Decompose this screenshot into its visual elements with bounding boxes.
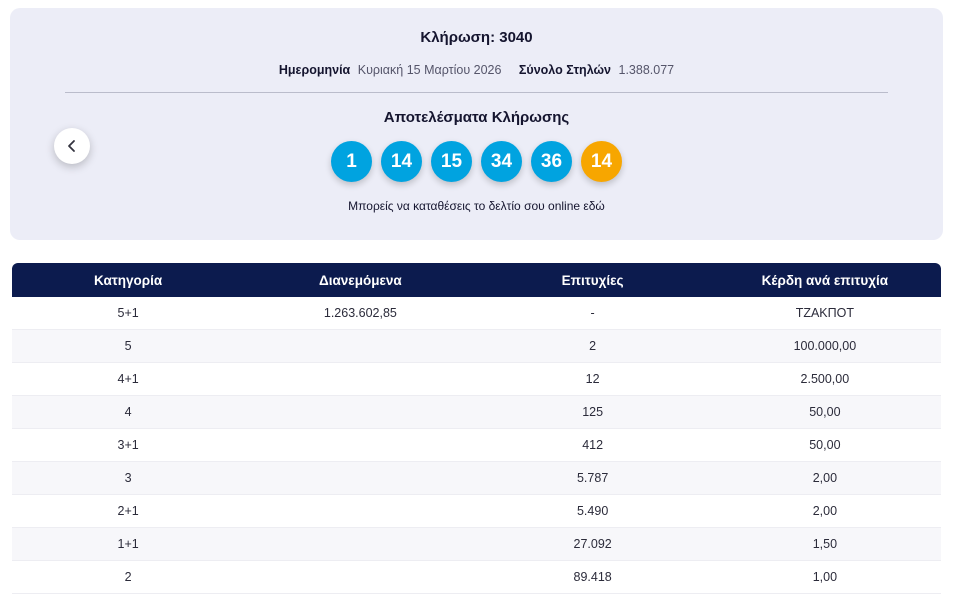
bonus-number-ball: 14 xyxy=(581,141,622,182)
table-cell: 2,00 xyxy=(708,462,941,495)
table-cell: 2 xyxy=(12,561,245,594)
draw-number-ball: 14 xyxy=(381,141,422,182)
draw-title: Κλήρωση: 3040 xyxy=(10,29,943,46)
table-cell xyxy=(244,330,477,363)
table-cell: 89.418 xyxy=(476,561,709,594)
table-cell: 4+1 xyxy=(12,363,245,396)
table-cell: 5.490 xyxy=(476,495,709,528)
draw-results-card: Κλήρωση: 3040 Ημερομηνία Κυριακή 15 Μαρτ… xyxy=(10,8,943,240)
winnings-table: Κατηγορία Διανεμόμενα Επιτυχίες Κέρδη ανά ε… xyxy=(12,263,941,594)
table-cell: 5+1 xyxy=(12,297,245,330)
table-cell: ΤΖΑΚΠΟΤ xyxy=(708,297,941,330)
draw-title-label: Κλήρωση: xyxy=(420,29,496,46)
table-cell xyxy=(244,363,477,396)
table-cell: 3 xyxy=(12,462,245,495)
table-row: 2 89.418 1,00 xyxy=(12,561,941,594)
table-header-cell: Κατηγορία xyxy=(12,263,245,297)
total-columns: Σύνολο Στηλών 1.388.077 xyxy=(518,63,675,77)
table-header-cell: Επιτυχίες xyxy=(476,263,709,297)
table-row: 1+1 27.092 1,50 xyxy=(12,528,941,561)
table-cell: 3+1 xyxy=(12,429,245,462)
table-header-cell: Διανεμόμενα xyxy=(244,263,477,297)
table-row: 3 5.787 2,00 xyxy=(12,462,941,495)
table-cell xyxy=(244,396,477,429)
chevron-left-icon xyxy=(65,139,79,153)
table-cell: - xyxy=(476,297,709,330)
card-divider xyxy=(65,92,888,93)
draw-number: 3040 xyxy=(499,29,533,46)
table-cell: 1,00 xyxy=(708,561,941,594)
table-cell: 2,00 xyxy=(708,495,941,528)
table-cell: 1.263.602,85 xyxy=(244,297,477,330)
draw-number-ball: 15 xyxy=(431,141,472,182)
numbers-row: 1 14 15 34 36 14 xyxy=(10,141,943,182)
table-cell: 2+1 xyxy=(12,495,245,528)
table-cell xyxy=(244,429,477,462)
table-cell: 1+1 xyxy=(12,528,245,561)
table-cell xyxy=(244,528,477,561)
table-cell: 27.092 xyxy=(476,528,709,561)
table-cell: 125 xyxy=(476,396,709,429)
table-cell: 50,00 xyxy=(708,429,941,462)
table-cell xyxy=(244,462,477,495)
table-cell: 412 xyxy=(476,429,709,462)
table-cell xyxy=(244,561,477,594)
table-row: 4 125 50,00 xyxy=(12,396,941,429)
draw-meta: Ημερομηνία Κυριακή 15 Μαρτίου 2026 Σύνολ… xyxy=(10,63,943,77)
table-cell: 5 xyxy=(12,330,245,363)
table-row: 5+1 1.263.602,85- ΤΖΑΚΠΟΤ xyxy=(12,297,941,330)
table-cell xyxy=(244,495,477,528)
table-row: 4+1 12 2.500,00 xyxy=(12,363,941,396)
table-cell: 5.787 xyxy=(476,462,709,495)
table-header-row: Κατηγορία Διανεμόμενα Επιτυχίες Κέρδη ανά ε… xyxy=(12,263,941,297)
table-cell: 12 xyxy=(476,363,709,396)
draw-number-ball: 36 xyxy=(531,141,572,182)
table-cell: 2 xyxy=(476,330,709,363)
table-cell: 50,00 xyxy=(708,396,941,429)
table-cell: 2.500,00 xyxy=(708,363,941,396)
table-header-cell: Κέρδη ανά επιτυχία xyxy=(708,263,941,297)
table-row: 5 2 100.000,00 xyxy=(12,330,941,363)
draw-number-ball: 34 xyxy=(481,141,522,182)
table-row: 2+1 5.490 2,00 xyxy=(12,495,941,528)
table-cell: 100.000,00 xyxy=(708,330,941,363)
table-cell: 1,50 xyxy=(708,528,941,561)
table-cell: 4 xyxy=(12,396,245,429)
results-title: Αποτελέσματα Κλήρωσης xyxy=(383,109,570,126)
online-submit-link[interactable]: Μπορείς να καταθέσεις το δελτίο σου onli… xyxy=(10,199,943,213)
table-row: 3+1 412 50,00 xyxy=(12,429,941,462)
table-body: 5+1 1.263.602,85- ΤΖΑΚΠΟΤ 5 2 100.000,00 4+1 12… xyxy=(12,297,941,594)
previous-draw-button[interactable] xyxy=(54,128,90,164)
draw-date: Ημερομηνία Κυριακή 15 Μαρτίου 2026 xyxy=(278,63,502,77)
draw-number-ball: 1 xyxy=(331,141,372,182)
winnings-table-wrap: Κατηγορία Διανεμόμενα Επιτυχίες Κέρδη ανά ε… xyxy=(12,263,941,594)
